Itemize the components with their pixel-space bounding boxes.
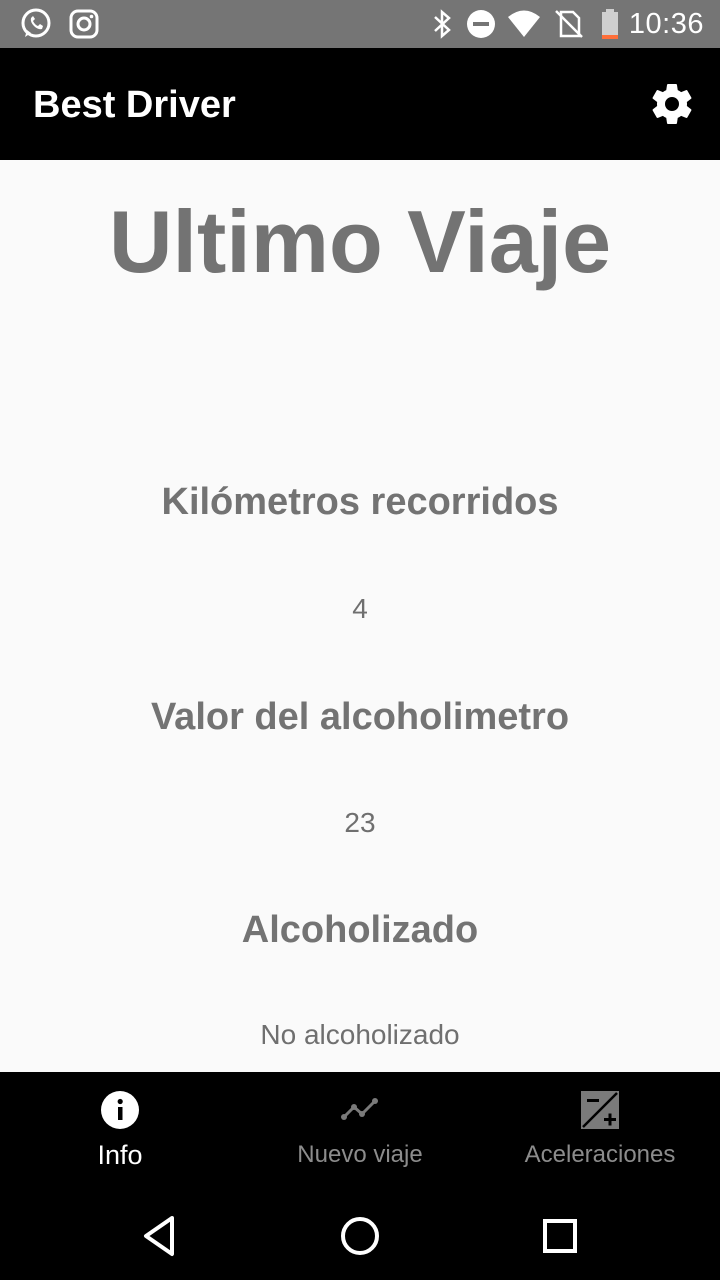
alcoholimeter-value: 23 bbox=[344, 807, 376, 838]
page-title: Ultimo Viaje bbox=[108, 192, 612, 291]
bottom-navigation: Info Nuevo viaje Aceleraciones bbox=[0, 1072, 720, 1188]
km-label: Kilómetros recorridos bbox=[161, 481, 559, 523]
system-navigation-bar bbox=[0, 1188, 720, 1280]
recents-icon[interactable] bbox=[532, 1208, 588, 1264]
nav-item-info[interactable]: Info bbox=[0, 1072, 240, 1188]
do-not-disturb-icon bbox=[467, 10, 495, 38]
battery-icon bbox=[602, 9, 618, 39]
info-icon bbox=[101, 1091, 139, 1129]
settings-button[interactable] bbox=[648, 80, 696, 128]
nav-item-aceleraciones[interactable]: Aceleraciones bbox=[480, 1072, 720, 1188]
nav-label-aceleraciones: Aceleraciones bbox=[524, 1141, 676, 1168]
gear-icon bbox=[652, 83, 692, 124]
km-value: 4 bbox=[352, 593, 368, 624]
instagram-icon bbox=[69, 9, 99, 39]
alcoholized-value: No alcoholizado bbox=[260, 1019, 460, 1050]
exposure-icon bbox=[581, 1091, 619, 1129]
no-sim-icon bbox=[555, 10, 583, 38]
nav-item-nuevo-viaje[interactable]: Nuevo viaje bbox=[240, 1072, 480, 1188]
nav-label-nuevo-viaje: Nuevo viaje bbox=[297, 1141, 423, 1168]
alcoholimeter-label: Valor del alcoholimetro bbox=[150, 696, 570, 738]
status-bar: 10:36 bbox=[0, 0, 720, 48]
status-time: 10:36 bbox=[628, 8, 704, 40]
back-icon[interactable] bbox=[132, 1208, 188, 1264]
timeline-icon bbox=[341, 1098, 378, 1120]
nav-label-info: Info bbox=[97, 1140, 143, 1170]
app-title: Best Driver bbox=[33, 84, 236, 126]
main-content: Ultimo Viaje Kilómetros recorridos 4 Val… bbox=[0, 160, 720, 1072]
whatsapp-icon bbox=[21, 8, 51, 38]
bluetooth-icon bbox=[434, 9, 451, 39]
alcoholized-label: Alcoholizado bbox=[241, 909, 479, 951]
app-bar: Best Driver bbox=[0, 48, 720, 160]
home-icon[interactable] bbox=[332, 1208, 388, 1264]
wifi-icon bbox=[508, 10, 540, 37]
